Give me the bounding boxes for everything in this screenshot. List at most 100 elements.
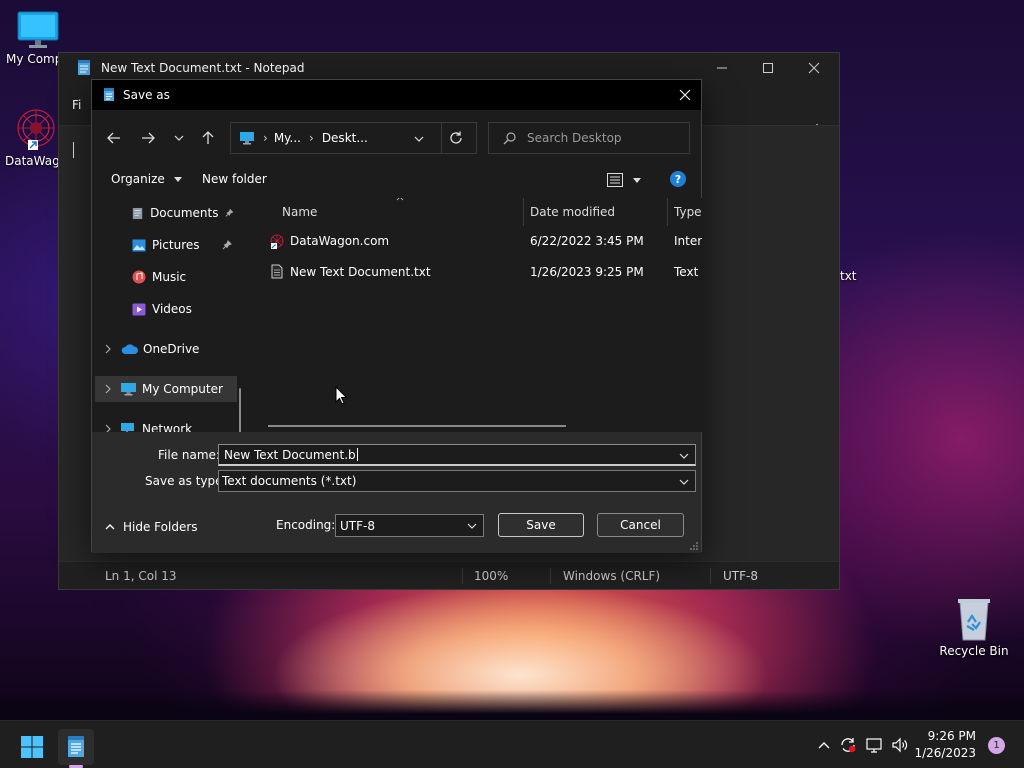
column-header-type[interactable]: Type [674,198,702,226]
desktop-icon-label: Recycle Bin [939,644,1009,658]
caret-down-icon[interactable] [633,178,641,183]
resize-grip-icon[interactable] [690,542,698,550]
clock-time: 9:26 PM [927,729,976,743]
onedrive-icon [121,344,138,354]
view-details-icon[interactable] [607,173,623,187]
chevron-right-icon[interactable] [105,344,111,354]
address-segment[interactable]: Deskt... [322,131,368,145]
network-monitor-icon[interactable] [866,737,884,753]
chevron-down-icon [467,523,477,529]
nav-pane-scrollbar[interactable] [239,388,241,432]
recent-locations-button[interactable] [165,124,193,152]
notepad-minimize-button[interactable] [699,53,745,83]
column-header-name[interactable]: Name [282,198,317,226]
volume-icon[interactable] [891,737,909,753]
column-resize-handle[interactable] [523,198,524,226]
save-button[interactable]: Save [498,513,584,537]
chevron-right-icon[interactable] [105,384,111,394]
chevron-up-icon[interactable] [818,741,830,749]
nav-item-pictures[interactable]: Pictures [92,232,234,258]
dialog-titlebar[interactable]: Save as [92,80,701,110]
file-list-scrollbar[interactable] [268,425,566,427]
back-button[interactable] [100,124,128,152]
notepad-icon [78,60,90,75]
file-name: New Text Document.txt [290,265,431,279]
desktop-icon-recycle-bin[interactable]: Recycle Bin [938,596,1010,658]
dialog-command-bar: Organize New folder ? [92,162,701,198]
file-name-label: File name: [158,448,220,462]
pin-icon[interactable] [222,240,232,250]
notepad-close-button[interactable] [791,53,837,83]
save-as-dialog[interactable]: Save as › My... › Deskt... Search Deskto… [91,79,702,553]
file-row[interactable]: New Text Document.txt 1/26/2023 9:25 PM … [262,257,702,287]
music-icon [132,270,146,284]
maximize-icon [763,63,773,73]
notepad-icon [68,736,84,757]
file-type: Text D [674,265,702,279]
address-bar[interactable]: › My... › Deskt... [230,122,477,154]
navigation-pane[interactable]: Documents Pictures Music Videos OneDrive… [92,198,245,432]
taskbar: 9:26 PM 1/26/2023 1 [0,720,1024,768]
chevron-up-icon [105,524,115,530]
nav-item-music[interactable]: Music [92,264,234,290]
nav-item-my-computer[interactable]: My Computer [95,376,237,402]
organize-button[interactable]: Organize [111,172,182,186]
cancel-button[interactable]: Cancel [597,513,684,537]
nav-item-documents[interactable]: Documents [92,200,234,226]
datawagon-icon [17,109,55,150]
videos-icon [132,303,146,315]
refresh-icon[interactable] [449,131,463,145]
dialog-title: Save as [123,88,170,102]
nav-item-onedrive[interactable]: OneDrive [92,336,234,362]
search-placeholder: Search Desktop [527,131,622,145]
file-row[interactable]: DataWagon.com 6/22/2022 3:45 PM Intern [262,226,702,256]
notepad-statusbar: Ln 1, Col 13 100% Windows (CRLF) UTF-8 [59,561,839,589]
clock-date: 1/26/2023 [914,746,976,760]
forward-button[interactable] [134,124,162,152]
chevron-right-icon: › [309,131,314,145]
taskbar-notepad-button[interactable] [58,729,94,768]
caret-down-icon [173,177,182,182]
status-position: Ln 1, Col 13 [105,569,177,583]
nav-item-network[interactable]: Network [92,416,234,432]
search-box[interactable]: Search Desktop [488,122,690,154]
arrow-right-icon [142,132,155,144]
file-list[interactable]: Name Date modified Type DataWagon.com 6/… [262,198,702,432]
address-segment[interactable]: My... [274,131,301,145]
taskbar-clock[interactable]: 9:26 PM 1/26/2023 [914,728,976,762]
file-name-input[interactable]: New Text Document.b [218,444,696,466]
menu-file[interactable]: Fi [72,98,81,112]
dialog-bottom-panel: File name: New Text Document.b Save as t… [92,432,701,553]
new-folder-button[interactable]: New folder [202,172,267,186]
mouse-cursor-icon [335,386,348,405]
column-header-date[interactable]: Date modified [530,198,615,226]
save-as-type-select[interactable]: Text documents (*.txt) [218,470,696,492]
dialog-close-button[interactable] [673,83,697,107]
pin-icon[interactable] [225,208,234,218]
text-caret [73,142,74,158]
file-name: DataWagon.com [290,234,390,248]
encoding-select[interactable]: UTF-8 [335,514,484,537]
save-as-type-label: Save as type: [145,474,227,488]
text-caret [356,448,358,461]
computer-icon [121,383,136,396]
notepad-title: New Text Document.txt - Notepad [101,61,305,75]
notification-badge[interactable]: 1 [988,737,1005,754]
up-button[interactable] [194,124,222,152]
sync-icon[interactable] [839,736,857,754]
hide-folders-button[interactable]: Hide Folders [105,520,198,534]
start-button[interactable] [14,729,50,765]
chevron-right-icon[interactable] [105,424,111,432]
documents-icon [132,207,143,219]
close-icon [679,89,691,101]
help-icon[interactable]: ? [670,171,686,187]
sort-ascending-icon [396,198,404,201]
column-resize-handle[interactable] [667,198,668,226]
arrow-left-icon [107,132,120,144]
notepad-maximize-button[interactable] [745,53,791,83]
nav-item-videos[interactable]: Videos [92,296,234,322]
chevron-down-icon[interactable] [414,136,424,142]
chevron-down-icon[interactable] [679,453,689,459]
recycle-bin-icon [958,599,990,641]
internet-shortcut-icon [270,234,284,249]
